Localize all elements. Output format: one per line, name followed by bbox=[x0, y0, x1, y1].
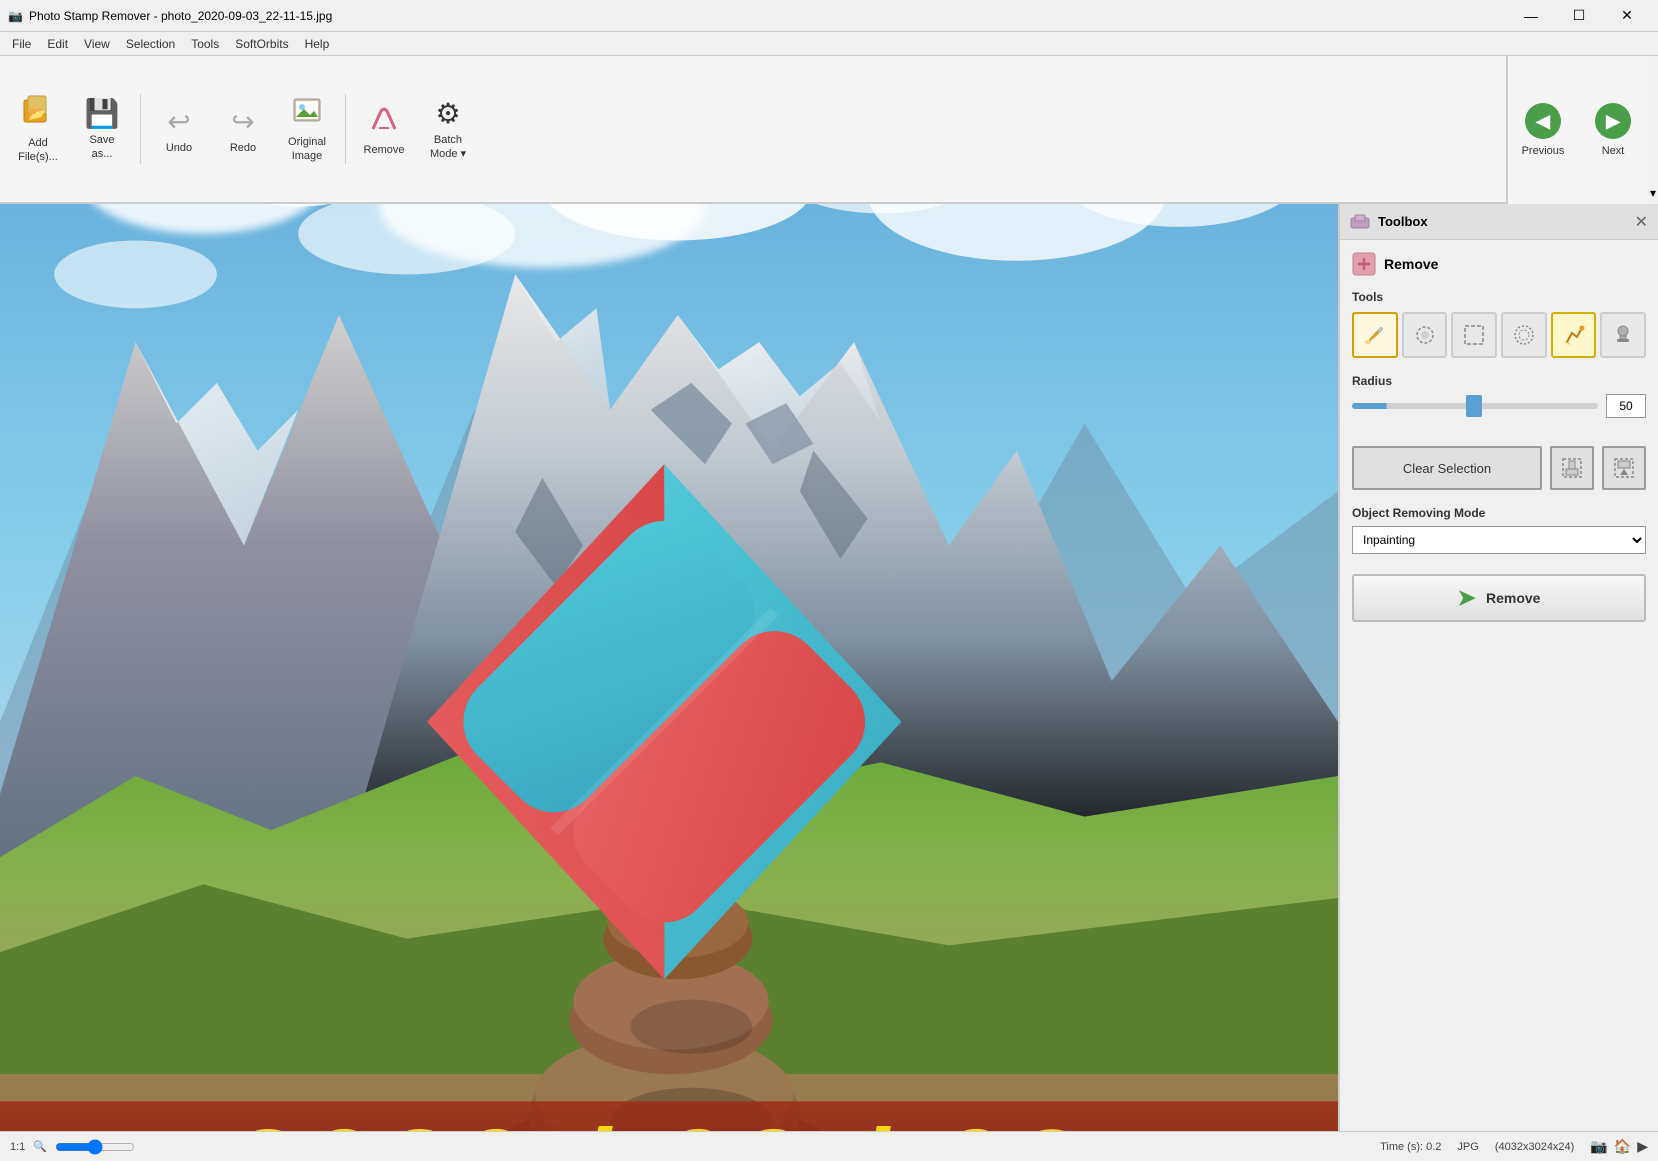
spacer bbox=[1352, 434, 1646, 446]
mode-label: Object Removing Mode bbox=[1352, 506, 1646, 520]
close-button[interactable]: ✕ bbox=[1604, 0, 1650, 32]
next-label: Next bbox=[1602, 145, 1625, 157]
minimize-button[interactable]: — bbox=[1508, 0, 1554, 32]
save-as-label: Save as... bbox=[89, 134, 114, 160]
next-button[interactable]: ▶ Next bbox=[1578, 56, 1648, 204]
remove-section-icon bbox=[1352, 252, 1376, 276]
original-image-icon bbox=[292, 95, 322, 132]
status-camera-icon[interactable]: 📷 bbox=[1590, 1138, 1607, 1155]
status-bar: 1:1 🔍 Time (s): 0.2 JPG (4032x3024x24) 📷… bbox=[0, 1131, 1658, 1161]
redo-label: Redo bbox=[230, 142, 256, 154]
undo-button[interactable]: ↩ Undo bbox=[149, 89, 209, 169]
load-selection-button[interactable] bbox=[1602, 446, 1646, 490]
remove-arrow-icon: ➤ bbox=[1458, 585, 1476, 611]
svg-text:2020 / 09 / 03: 2020 / 09 / 03 bbox=[234, 1104, 1094, 1131]
radius-label: Radius bbox=[1352, 374, 1646, 388]
menu-item-view[interactable]: View bbox=[76, 32, 118, 55]
clear-selection-button[interactable]: Clear Selection bbox=[1352, 446, 1542, 490]
original-image-button[interactable]: Original Image bbox=[277, 89, 337, 169]
toolbox-icon bbox=[1350, 210, 1370, 233]
time-label: Time (s): 0.2 bbox=[1380, 1141, 1441, 1153]
title-bar: 📷 Photo Stamp Remover - photo_2020-09-03… bbox=[0, 0, 1658, 32]
radius-slider[interactable] bbox=[1352, 403, 1598, 409]
zoom-ratio: 1:1 bbox=[10, 1141, 25, 1153]
menu-item-softorbits[interactable]: SoftOrbits bbox=[227, 32, 296, 55]
batch-mode-label: Batch Mode ▾ bbox=[430, 134, 466, 160]
toolbar-divider-2 bbox=[345, 94, 346, 164]
svg-text:📂: 📂 bbox=[28, 105, 45, 121]
format-label: JPG bbox=[1457, 1141, 1478, 1153]
tools-label: Tools bbox=[1352, 290, 1646, 304]
add-files-icon: 📂 bbox=[22, 94, 54, 133]
status-icons: 📷 🏠 ▶ bbox=[1590, 1138, 1648, 1155]
title-bar-left: 📷 Photo Stamp Remover - photo_2020-09-03… bbox=[8, 9, 332, 23]
save-icon: 💾 bbox=[85, 97, 120, 130]
previous-button[interactable]: ◀ Previous bbox=[1508, 56, 1578, 204]
canvas-area[interactable]: 2020 / 09 / 03 bbox=[0, 204, 1338, 1131]
status-right: Time (s): 0.2 JPG (4032x3024x24) 📷 🏠 ▶ bbox=[1380, 1138, 1648, 1155]
original-image-label: Original Image bbox=[288, 136, 326, 162]
magic-remove-button[interactable] bbox=[1551, 312, 1597, 358]
remove-icon bbox=[369, 103, 399, 140]
remove-label: Remove bbox=[364, 144, 405, 156]
rect-select-button[interactable] bbox=[1451, 312, 1497, 358]
status-home-icon[interactable]: 🏠 bbox=[1614, 1138, 1631, 1155]
image-scene: 2020 / 09 / 03 bbox=[0, 204, 1338, 1131]
status-play-icon[interactable]: ▶ bbox=[1637, 1138, 1648, 1155]
tools-row bbox=[1352, 312, 1646, 358]
radius-row: 50 bbox=[1352, 394, 1646, 418]
toolbox-panel: Toolbox ✕ Remove Tools bbox=[1338, 204, 1658, 1131]
app-icon: 📷 bbox=[8, 9, 23, 23]
radius-value: 50 bbox=[1606, 394, 1646, 418]
selection-row: Clear Selection bbox=[1352, 446, 1646, 490]
remove-action-button[interactable]: ➤ Remove bbox=[1352, 574, 1646, 622]
toolbar-divider-1 bbox=[140, 94, 141, 164]
status-zoom bbox=[55, 1139, 135, 1155]
dimensions-label: (4032x3024x24) bbox=[1495, 1141, 1575, 1153]
menu-item-help[interactable]: Help bbox=[297, 32, 338, 55]
zoom-slider[interactable] bbox=[55, 1139, 135, 1155]
nav-buttons: ◀ Previous ▶ Next ▾ bbox=[1506, 56, 1658, 204]
batch-mode-icon: ⚙ bbox=[435, 97, 460, 130]
maximize-button[interactable]: ☐ bbox=[1556, 0, 1602, 32]
toolbox-close-button[interactable]: ✕ bbox=[1635, 212, 1648, 232]
magic-wand-button[interactable] bbox=[1402, 312, 1448, 358]
toolbox-title: Toolbox bbox=[1378, 214, 1428, 229]
previous-label: Previous bbox=[1522, 145, 1565, 157]
menu-item-file[interactable]: File bbox=[4, 32, 39, 55]
remove-button-label: Remove bbox=[1486, 590, 1540, 606]
zoom-icon: 🔍 bbox=[33, 1140, 47, 1153]
next-icon: ▶ bbox=[1595, 103, 1631, 139]
toolbox-content: Remove Tools bbox=[1340, 240, 1658, 634]
remove-section: Remove bbox=[1352, 252, 1646, 276]
undo-icon: ↩ bbox=[167, 105, 190, 138]
title-bar-controls: — ☐ ✕ bbox=[1508, 0, 1650, 32]
redo-icon: ↪ bbox=[231, 105, 254, 138]
add-files-label: Add File(s)... bbox=[18, 137, 58, 163]
remove-toolbar-button[interactable]: Remove bbox=[354, 89, 414, 169]
stamp-tool-button[interactable] bbox=[1600, 312, 1646, 358]
mode-select[interactable]: Inpainting Content-Aware Fill Cloning bbox=[1352, 526, 1646, 554]
save-as-button[interactable]: 💾 Save as... bbox=[72, 89, 132, 169]
main-content: 2020 / 09 / 03 Toolbox ✕ bbox=[0, 204, 1658, 1131]
batch-mode-button[interactable]: ⚙ Batch Mode ▾ bbox=[418, 89, 478, 169]
toolbar: 📂 Add File(s)... 💾 Save as... ↩ Undo ↪ R… bbox=[0, 56, 1658, 204]
toolbox-header: Toolbox ✕ bbox=[1340, 204, 1658, 240]
menu-item-tools[interactable]: Tools bbox=[183, 32, 227, 55]
remove-section-title: Remove bbox=[1384, 256, 1438, 272]
expand-handle[interactable]: ▾ bbox=[1648, 56, 1658, 204]
status-left: 1:1 🔍 bbox=[10, 1139, 135, 1155]
redo-button[interactable]: ↪ Redo bbox=[213, 89, 273, 169]
menu-item-selection[interactable]: Selection bbox=[118, 32, 183, 55]
previous-icon: ◀ bbox=[1525, 103, 1561, 139]
undo-label: Undo bbox=[166, 142, 192, 154]
fuzzy-select-button[interactable] bbox=[1501, 312, 1547, 358]
brush-tool-button[interactable] bbox=[1352, 312, 1398, 358]
window-title: Photo Stamp Remover - photo_2020-09-03_2… bbox=[29, 9, 332, 23]
add-files-button[interactable]: 📂 Add File(s)... bbox=[8, 89, 68, 169]
menu-bar: FileEditViewSelectionToolsSoftOrbitsHelp bbox=[0, 32, 1658, 56]
save-selection-button[interactable] bbox=[1550, 446, 1594, 490]
menu-item-edit[interactable]: Edit bbox=[39, 32, 76, 55]
